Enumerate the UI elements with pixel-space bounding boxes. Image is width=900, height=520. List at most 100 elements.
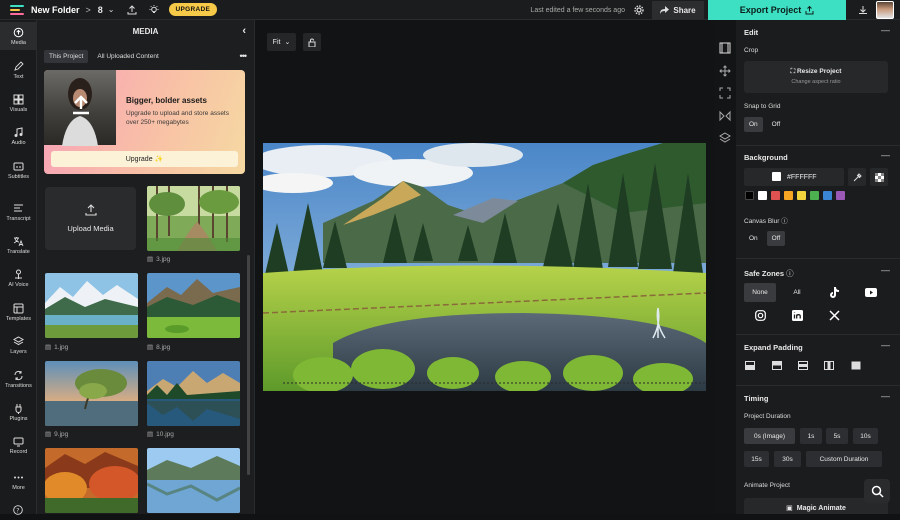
duration-0s[interactable]: 0s (Image) <box>744 428 795 444</box>
gear-icon[interactable] <box>634 5 644 15</box>
swatch-yellow[interactable] <box>797 191 806 200</box>
blur-on-button[interactable]: On <box>744 231 763 246</box>
export-project-button[interactable]: Export Project <box>708 0 846 20</box>
transparent-icon[interactable] <box>870 168 888 186</box>
share-button[interactable]: Share <box>652 1 704 19</box>
resize-project-button[interactable]: ⛶ Resize Project Change aspect ratio <box>744 61 888 93</box>
flip-icon[interactable] <box>719 110 731 122</box>
lightbulb-icon[interactable] <box>149 4 159 15</box>
nav-plugins[interactable]: Plugins <box>0 398 37 426</box>
canvas-image[interactable] <box>263 143 706 391</box>
templates-icon <box>13 303 24 313</box>
blur-off-button[interactable]: Off <box>766 231 786 246</box>
crop-icon[interactable] <box>719 87 731 99</box>
nav-record[interactable]: Record <box>0 431 37 459</box>
padding-horizontal-icon[interactable] <box>824 361 834 370</box>
nav-text[interactable]: Text <box>0 56 37 84</box>
padding-all-icon[interactable] <box>851 361 861 370</box>
duration-1s[interactable]: 1s <box>800 428 822 444</box>
duration-10s[interactable]: 10s <box>853 428 878 444</box>
film-icon[interactable] <box>719 42 731 54</box>
snap-off-button[interactable]: Off <box>767 117 786 132</box>
image-file-icon: ▤ <box>147 431 154 438</box>
tab-all-uploaded[interactable]: All Uploaded Content <box>92 50 163 63</box>
duration-custom[interactable]: Custom Duration <box>806 451 882 467</box>
media-thumbnail-8[interactable] <box>147 273 240 338</box>
nav-audio[interactable]: Audio <box>0 122 37 150</box>
timing-title: Timing <box>744 394 769 403</box>
swatch-purple[interactable] <box>836 191 845 200</box>
swatch-green[interactable] <box>810 191 819 200</box>
nav-layers[interactable]: Layers <box>0 331 37 359</box>
safe-zone-all[interactable]: All <box>782 283 812 302</box>
swatch-orange[interactable] <box>784 191 793 200</box>
media-thumbnail-lake[interactable] <box>147 448 240 513</box>
swatch-blue[interactable] <box>823 191 832 200</box>
youtube-icon[interactable] <box>861 283 881 302</box>
nav-ai-voice[interactable]: AI Voice <box>0 264 37 292</box>
nav-transcript[interactable]: Transcript <box>0 198 37 226</box>
zoom-fit-dropdown[interactable]: Fit ⌄ <box>267 33 296 51</box>
collapse-icon[interactable]: — <box>881 25 890 35</box>
collapse-icon[interactable]: — <box>881 265 890 275</box>
tab-this-project[interactable]: This Project <box>44 49 89 63</box>
top-bar: New Folder > 8 ⌄ UPGRADE Last edited a f… <box>0 0 900 20</box>
nav-transitions[interactable]: Transitions <box>0 365 37 393</box>
media-thumbnail-1[interactable] <box>45 273 138 338</box>
upgrade-promo-card: Bigger, bolder assets Upgrade to upload … <box>44 70 245 174</box>
info-icon[interactable]: ⓘ <box>781 218 788 225</box>
search-icon[interactable] <box>864 479 890 503</box>
media-thumbnail-10[interactable] <box>147 361 240 426</box>
folder-name[interactable]: New Folder <box>31 5 80 15</box>
chevron-down-icon: ⌄ <box>284 39 291 46</box>
nav-label: Translate <box>7 248 30 255</box>
padding-top-icon[interactable] <box>745 361 755 370</box>
duration-15s[interactable]: 15s <box>744 451 769 467</box>
collapse-icon[interactable]: — <box>881 150 890 160</box>
user-avatar[interactable] <box>876 1 894 19</box>
promo-upgrade-button[interactable]: Upgrade ✨ <box>51 151 238 167</box>
swatch-white[interactable] <box>758 191 767 200</box>
eyedropper-icon[interactable] <box>848 168 866 186</box>
nav-visuals[interactable]: Visuals <box>0 89 37 117</box>
duration-30s[interactable]: 30s <box>774 451 801 467</box>
download-icon[interactable] <box>852 5 874 15</box>
left-navigation: Media Text Visuals Audio Subtitles Trans… <box>0 20 37 515</box>
nav-more[interactable]: More <box>0 467 37 495</box>
layers-icon[interactable] <box>719 132 731 144</box>
duration-5s[interactable]: 5s <box>826 428 848 444</box>
nav-translate[interactable]: Translate <box>0 231 37 259</box>
nav-subtitles[interactable]: Subtitles <box>0 156 37 184</box>
media-thumbnail-autumn[interactable] <box>45 448 138 513</box>
collapse-icon[interactable]: — <box>881 391 890 401</box>
move-icon[interactable] <box>719 65 731 77</box>
project-count[interactable]: 8 <box>98 5 103 15</box>
padding-vertical-icon[interactable] <box>798 361 808 370</box>
background-color-field[interactable]: #FFFFFF <box>744 168 844 186</box>
upload-media-button[interactable]: Upload Media <box>45 187 136 250</box>
snap-on-button[interactable]: On <box>744 117 763 132</box>
padding-bottom-icon[interactable] <box>772 361 782 370</box>
swatch-black[interactable] <box>745 191 754 200</box>
safe-zone-none[interactable]: None <box>744 283 776 302</box>
swatch-red[interactable] <box>771 191 780 200</box>
logo-icon[interactable] <box>10 4 24 15</box>
media-thumbnail-9[interactable] <box>45 361 138 426</box>
collapse-icon[interactable]: — <box>881 340 890 350</box>
more-options-icon[interactable]: ••• <box>240 51 248 61</box>
chevron-left-icon[interactable]: ‹ <box>242 25 246 37</box>
nav-media[interactable]: Media <box>0 22 37 50</box>
share-upload-icon[interactable] <box>127 4 137 15</box>
lock-icon[interactable] <box>303 33 321 51</box>
instagram-icon[interactable] <box>750 306 770 325</box>
help-icon[interactable]: ? <box>13 502 23 520</box>
info-icon[interactable]: ⓘ <box>786 269 794 278</box>
upgrade-button[interactable]: UPGRADE <box>168 3 218 16</box>
chevron-down-icon[interactable]: ⌄ <box>108 5 115 14</box>
media-scrollbar[interactable] <box>247 255 250 475</box>
linkedin-icon[interactable] <box>787 306 807 325</box>
media-thumbnail-3[interactable] <box>147 186 240 251</box>
tiktok-icon[interactable] <box>824 283 844 302</box>
x-twitter-icon[interactable] <box>824 306 844 325</box>
nav-templates[interactable]: Templates <box>0 298 37 326</box>
